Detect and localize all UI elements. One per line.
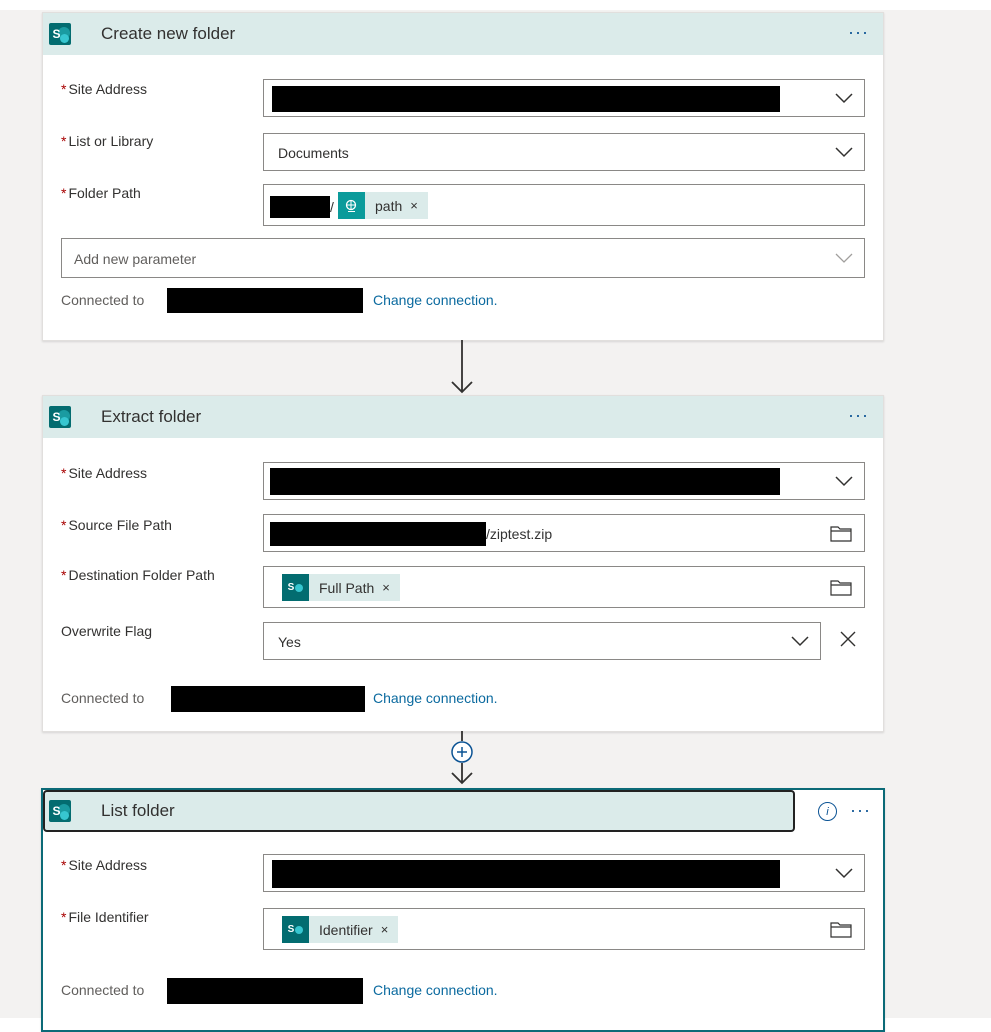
list-library-row: * List or Library Documents xyxy=(61,132,865,172)
list-library-dropdown[interactable]: Documents xyxy=(263,133,865,171)
folder-path-field[interactable]: / path × xyxy=(263,184,865,226)
redacted-connection xyxy=(167,288,363,313)
remove-token-button[interactable]: × xyxy=(410,198,418,213)
chevron-down-icon[interactable] xyxy=(834,142,854,162)
change-connection-link[interactable]: Change connection. xyxy=(373,292,498,308)
card-title: Extract folder xyxy=(101,407,202,426)
extract-folder-card[interactable]: S Extract folder ··· * Site Address * Sour… xyxy=(42,395,884,732)
chevron-down-icon[interactable] xyxy=(834,88,854,108)
remove-token-button[interactable]: × xyxy=(382,580,390,595)
card-title: Create new folder xyxy=(101,24,236,43)
site-address-label: * Site Address xyxy=(61,465,148,481)
source-file-path-label: * Source File Path xyxy=(61,517,172,533)
more-options-button[interactable]: ··· xyxy=(848,405,869,426)
create-new-folder-card[interactable]: S Create new folder ··· * Site Address * L… xyxy=(42,12,884,341)
overwrite-flag-value: Yes xyxy=(278,634,301,650)
card-header[interactable]: S List folder xyxy=(43,790,795,832)
site-address-field[interactable] xyxy=(263,854,865,892)
chevron-down-icon[interactable] xyxy=(834,248,854,268)
file-identifier-row: * File Identifier S Identifier × xyxy=(61,908,865,950)
site-address-row: * Site Address xyxy=(61,462,865,504)
site-address-row: * Site Address xyxy=(61,854,865,896)
folder-icon[interactable] xyxy=(830,920,852,938)
info-icon[interactable]: i xyxy=(818,802,837,821)
file-identifier-field[interactable]: S Identifier × xyxy=(263,908,865,950)
connected-to-label: Connected to xyxy=(61,292,145,308)
connected-to-label: Connected to xyxy=(61,982,145,998)
redacted-value xyxy=(272,86,780,112)
card-header[interactable]: S Create new folder ··· xyxy=(43,13,883,55)
site-address-field[interactable] xyxy=(263,79,865,117)
flow-canvas: S Create new folder ··· * Site Address * L… xyxy=(0,10,991,1032)
full-path-token-label: Full Path xyxy=(319,579,375,596)
globe-icon xyxy=(338,192,365,219)
redacted-value xyxy=(270,196,330,218)
card-header[interactable]: S Extract folder ··· xyxy=(43,396,883,438)
overwrite-flag-dropdown[interactable]: Yes xyxy=(263,622,856,660)
path-token[interactable]: path × xyxy=(338,192,428,219)
identifier-token-label: Identifier xyxy=(319,921,373,938)
more-options-button[interactable]: ··· xyxy=(850,800,871,821)
card-title: List folder xyxy=(101,801,175,820)
list-folder-card[interactable]: S List folder i ··· * Site Address * File … xyxy=(41,788,885,1032)
destination-folder-path-field[interactable]: S Full Path × xyxy=(263,566,865,608)
sharepoint-icon: S xyxy=(49,406,71,428)
overwrite-flag-label: Overwrite Flag xyxy=(61,623,153,639)
sharepoint-icon: S xyxy=(282,574,309,601)
change-connection-link[interactable]: Change connection. xyxy=(373,982,498,998)
file-identifier-label: * File Identifier xyxy=(61,909,149,925)
overwrite-flag-row: Overwrite Flag Yes xyxy=(61,622,865,662)
flow-arrow xyxy=(451,340,473,394)
redacted-connection xyxy=(171,686,365,712)
identifier-token[interactable]: S Identifier × xyxy=(282,916,399,943)
destination-folder-path-label: * Destination Folder Path xyxy=(61,567,215,583)
folder-path-label: * Folder Path xyxy=(61,185,141,201)
folder-icon[interactable] xyxy=(830,524,852,542)
source-file-path-field[interactable]: /ziptest.zip xyxy=(263,514,865,552)
add-new-parameter-placeholder: Add new parameter xyxy=(74,251,197,267)
chevron-down-icon[interactable] xyxy=(834,471,854,491)
source-file-path-row: * Source File Path /ziptest.zip xyxy=(61,514,865,556)
connected-to-label: Connected to xyxy=(61,690,145,706)
full-path-token[interactable]: S Full Path × xyxy=(282,574,400,601)
path-token-label: path xyxy=(375,197,403,214)
plus-circle-icon[interactable] xyxy=(450,740,474,764)
folder-icon[interactable] xyxy=(830,578,852,596)
source-file-suffix: /ziptest.zip xyxy=(486,526,553,542)
list-library-value: Documents xyxy=(278,145,349,161)
sharepoint-icon: S xyxy=(49,800,71,822)
site-address-label: * Site Address xyxy=(61,857,148,873)
destination-folder-path-row: * Destination Folder Path S Full Path × xyxy=(61,566,865,610)
chevron-down-icon[interactable] xyxy=(790,631,810,651)
required-marker: * xyxy=(61,81,67,97)
list-library-label: * List or Library xyxy=(61,133,154,149)
redacted-value xyxy=(270,468,780,495)
change-connection-link[interactable]: Change connection. xyxy=(373,690,498,706)
add-new-parameter-dropdown[interactable]: Add new parameter xyxy=(61,238,865,278)
folder-path-row: * Folder Path / path × xyxy=(61,184,865,226)
site-address-row: * Site Address xyxy=(61,79,865,120)
chevron-down-icon[interactable] xyxy=(834,863,854,883)
remove-token-button[interactable]: × xyxy=(381,922,389,937)
redacted-connection xyxy=(167,978,363,1004)
sharepoint-icon: S xyxy=(282,916,309,943)
more-options-button[interactable]: ··· xyxy=(848,22,869,43)
redacted-value xyxy=(270,522,486,546)
path-separator: / xyxy=(330,199,334,215)
site-address-label: * Site Address xyxy=(61,81,148,97)
close-icon[interactable] xyxy=(838,629,858,649)
redacted-value xyxy=(272,860,780,888)
site-address-field[interactable] xyxy=(263,462,865,500)
sharepoint-icon: S xyxy=(49,23,71,45)
